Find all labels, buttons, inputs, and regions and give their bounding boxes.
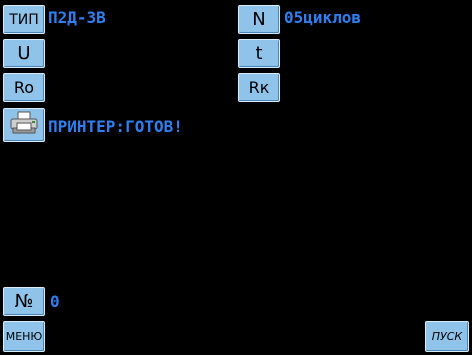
ro-button-label: Ro bbox=[13, 78, 35, 97]
n-button[interactable]: N bbox=[238, 5, 280, 34]
printer-icon bbox=[9, 111, 39, 139]
type-button[interactable]: ТИП bbox=[3, 5, 45, 34]
rk-button-label: Rк bbox=[248, 78, 270, 97]
start-button-label: ПУСК bbox=[431, 330, 463, 343]
t-button-label: t bbox=[255, 43, 263, 64]
u-button-label: U bbox=[17, 43, 31, 64]
n-button-label: N bbox=[252, 9, 266, 30]
number-button[interactable]: № bbox=[3, 287, 45, 316]
ro-button[interactable]: Ro bbox=[3, 73, 45, 102]
printer-status: ПРИНТЕР:ГОТОВ! bbox=[48, 117, 183, 136]
type-button-label: ТИП bbox=[9, 11, 39, 28]
cycles-value: 05циклов bbox=[284, 8, 362, 27]
menu-button-label: МЕНЮ bbox=[5, 330, 43, 343]
rk-button[interactable]: Rк bbox=[238, 73, 280, 102]
type-value: П2Д-3В bbox=[48, 8, 106, 27]
printer-button[interactable] bbox=[3, 108, 45, 142]
t-button[interactable]: t bbox=[238, 39, 280, 68]
number-value: 0 bbox=[50, 292, 60, 311]
u-button[interactable]: U bbox=[3, 39, 45, 68]
start-button[interactable]: ПУСК bbox=[425, 321, 469, 352]
number-button-label: № bbox=[14, 291, 34, 312]
menu-button[interactable]: МЕНЮ bbox=[3, 321, 45, 352]
